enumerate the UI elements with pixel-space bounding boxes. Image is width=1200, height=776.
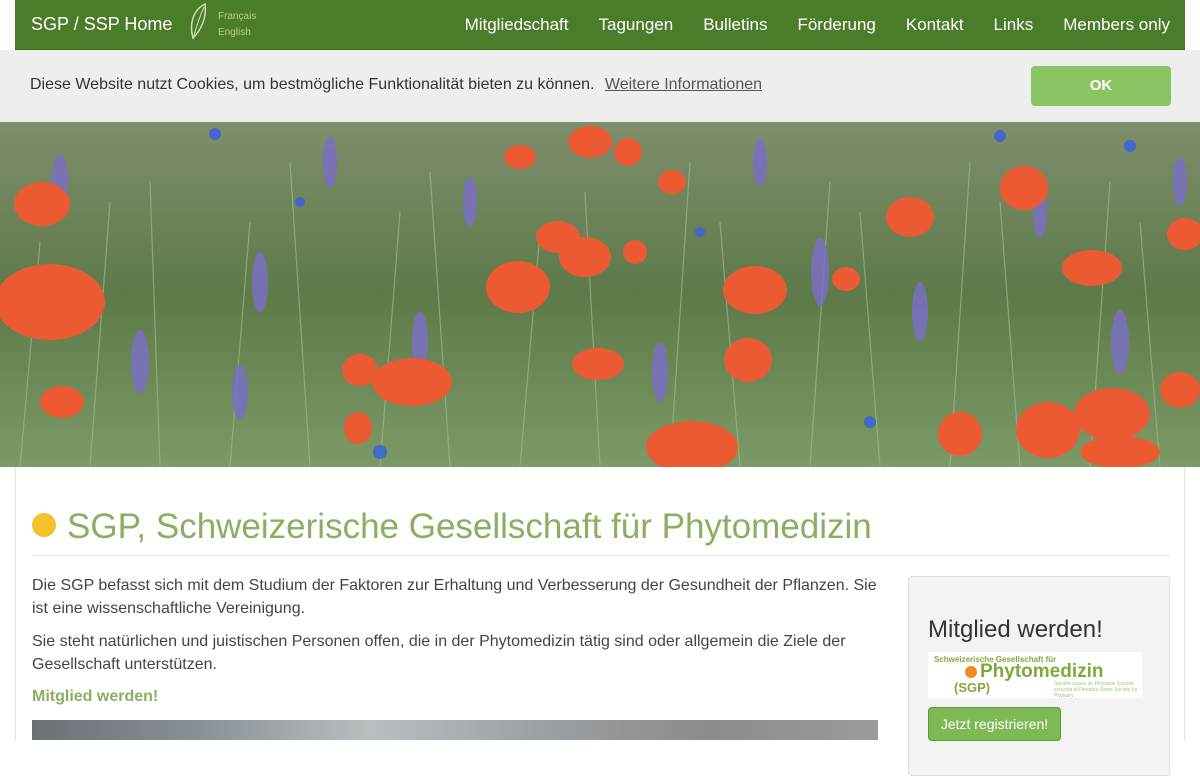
- become-member-link[interactable]: Mitglied werden!: [32, 688, 158, 706]
- leaf-logo-icon: [190, 2, 207, 40]
- page-title: SGP, Schweizerische Gesellschaft für Phy…: [67, 507, 872, 546]
- nav-item-links[interactable]: Links: [979, 0, 1049, 50]
- logo-dot-icon: [965, 666, 977, 678]
- nav-item-members-only[interactable]: Members only: [1048, 0, 1185, 50]
- hero-banner: [0, 122, 1200, 467]
- main-content: SGP, Schweizerische Gesellschaft für Phy…: [15, 467, 1185, 776]
- register-button[interactable]: Jetzt registrieren!: [928, 707, 1061, 741]
- sidebar-heading: Mitglied werden!: [928, 616, 1103, 643]
- nav-item-bulletins[interactable]: Bulletins: [688, 0, 782, 50]
- title-divider: [32, 555, 1170, 556]
- cookie-ok-button[interactable]: OK: [1031, 66, 1171, 106]
- cookie-banner: Diese Website nutzt Cookies, um bestmögl…: [0, 50, 1200, 122]
- logo-wordmark: Phytomedizin: [980, 661, 1104, 682]
- top-navbar: SGP / SSP Home Français English Mitglied…: [0, 0, 1200, 50]
- sgp-logo: Schweizerische Gesellschaft für Phytomed…: [928, 652, 1142, 699]
- cookie-message-text: Diese Website nutzt Cookies, um bestmögl…: [30, 76, 595, 93]
- lang-french-link[interactable]: Français: [218, 11, 256, 22]
- membership-paragraph: Sie steht natürlichen und juistischen Pe…: [32, 633, 846, 673]
- membership-sidebar: Mitglied werden! Schweizerische Gesellsc…: [908, 576, 1170, 776]
- content-photo: [32, 720, 878, 740]
- intro-paragraph: Die SGP befasst sich mit dem Studium der…: [32, 577, 877, 617]
- nav-item-tagungen[interactable]: Tagungen: [584, 0, 689, 50]
- cookie-message: Diese Website nutzt Cookies, um bestmögl…: [30, 76, 762, 94]
- logo-translations: Société suisse de Phytiatrie Società svi…: [1054, 681, 1138, 699]
- nav-item-mitgliedschaft[interactable]: Mitgliedschaft: [450, 0, 584, 50]
- logo-abbreviation: (SGP): [954, 680, 991, 695]
- cookie-more-info-link[interactable]: Weitere Informationen: [605, 76, 762, 93]
- brand-home-link[interactable]: SGP / SSP Home: [31, 14, 172, 35]
- nav-item-kontakt[interactable]: Kontakt: [891, 0, 979, 50]
- nav-item-foerderung[interactable]: Förderung: [782, 0, 890, 50]
- poppy-meadow-photo: [0, 122, 1200, 467]
- lang-english-link[interactable]: English: [218, 27, 251, 38]
- main-nav: Mitgliedschaft Tagungen Bulletins Förder…: [450, 0, 1185, 50]
- title-bullet-icon: [32, 513, 56, 537]
